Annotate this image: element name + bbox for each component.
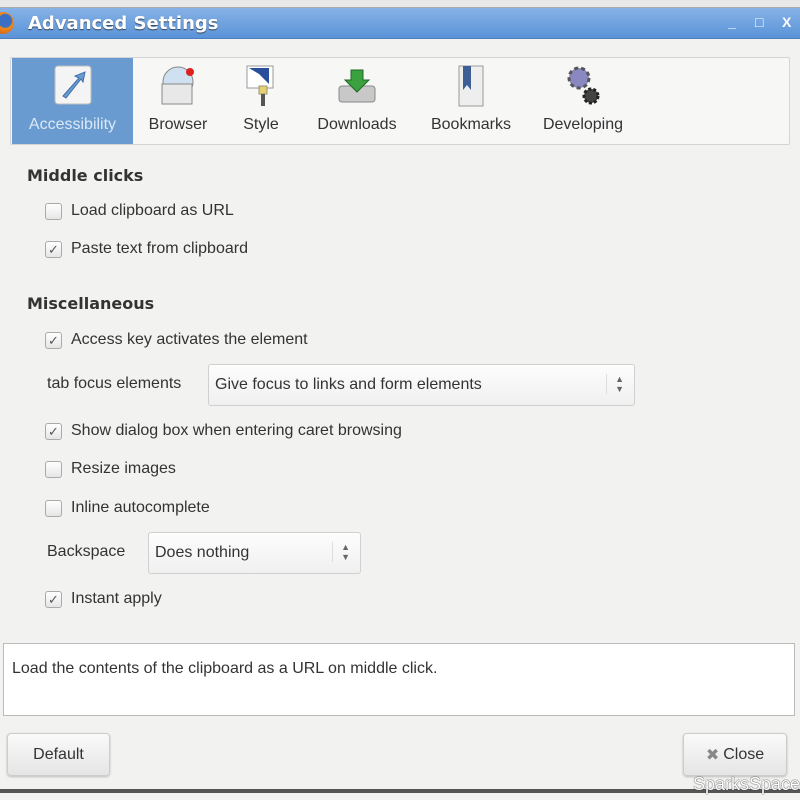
browser-globe-icon: [161, 66, 194, 105]
tab-focus-label: tab focus elements: [47, 375, 182, 392]
arrow-pointer-icon: [54, 65, 91, 105]
show-dialog-checkbox[interactable]: ✓ Show dialog box when entering caret bro…: [45, 421, 402, 441]
download-drive-icon: [338, 69, 376, 103]
gears-icon: [567, 66, 600, 105]
tab-browser[interactable]: Browser: [137, 58, 219, 144]
close-label: Close: [723, 745, 765, 763]
paintbrush-icon: [246, 65, 274, 106]
section-heading-miscellaneous: Miscellaneous: [27, 294, 155, 313]
checkbox-label: Instant apply: [71, 590, 162, 607]
resize-images-checkbox[interactable]: Resize images: [45, 459, 176, 479]
tab-label: Style: [243, 116, 279, 133]
tab-style[interactable]: Style: [223, 58, 299, 144]
select-arrows-icon: ▲ ▼: [606, 374, 624, 394]
tab-label: Developing: [542, 116, 624, 133]
tab-downloads[interactable]: Downloads: [303, 58, 411, 144]
tab-label: Accessibility: [28, 116, 117, 133]
load-clipboard-checkbox[interactable]: Load clipboard as URL: [45, 201, 234, 221]
minimize-button[interactable]: _: [728, 14, 736, 30]
checkbox-label: Access key activates the element: [71, 331, 308, 348]
watermark: SparksSpace: [692, 774, 800, 794]
checkbox-label: Show dialog box when entering caret brow…: [71, 422, 402, 439]
window-title: Advanced Settings: [28, 13, 219, 34]
checkmark-icon: ✓: [45, 331, 62, 349]
checkbox-box: [45, 460, 62, 478]
tab-developing[interactable]: Developing: [531, 58, 635, 144]
category-toolbar: Accessibility Browser Style Downloads Bo…: [10, 57, 790, 145]
checkbox-label: Resize images: [71, 460, 176, 477]
checkbox-label: Load clipboard as URL: [71, 202, 234, 219]
select-value: Does nothing: [155, 544, 250, 561]
inline-autocomplete-checkbox[interactable]: Inline autocomplete: [45, 498, 210, 518]
maximize-button[interactable]: □: [755, 14, 763, 30]
checkbox-box: [45, 202, 62, 220]
tab-bookmarks[interactable]: Bookmarks: [415, 58, 527, 144]
bookmark-book-icon: [458, 65, 484, 107]
title-bar[interactable]: Advanced Settings _ □ X: [0, 8, 800, 39]
select-value: Give focus to links and form elements: [215, 376, 482, 393]
default-button[interactable]: Default: [7, 733, 110, 776]
checkbox-label: Paste text from clipboard: [71, 240, 248, 257]
close-button[interactable]: ✖ Close: [683, 733, 787, 776]
tab-label: Browser: [148, 116, 208, 133]
checkmark-icon: ✓: [45, 422, 62, 440]
section-heading-middle-clicks: Middle clicks: [27, 166, 144, 185]
backspace-label: Backspace: [47, 543, 126, 560]
description-box: Load the contents of the clipboard as a …: [3, 643, 795, 716]
checkbox-label: Inline autocomplete: [71, 499, 210, 516]
bottom-border: [0, 789, 800, 793]
close-window-button[interactable]: X: [782, 14, 791, 30]
checkmark-icon: ✓: [45, 240, 62, 258]
close-icon: ✖: [705, 746, 720, 764]
instant-apply-checkbox[interactable]: ✓ Instant apply: [45, 589, 162, 609]
tab-label: Bookmarks: [430, 116, 512, 133]
tab-focus-select[interactable]: Give focus to links and form elements ▲ ▼: [208, 364, 635, 406]
checkmark-icon: ✓: [45, 590, 62, 608]
tab-label: Downloads: [317, 116, 397, 133]
paste-text-checkbox[interactable]: ✓ Paste text from clipboard: [45, 239, 248, 259]
checkbox-box: [45, 499, 62, 517]
select-arrows-icon: ▲ ▼: [332, 542, 350, 562]
firefox-icon: [0, 12, 14, 34]
access-key-checkbox[interactable]: ✓ Access key activates the element: [45, 330, 308, 350]
backspace-select[interactable]: Does nothing ▲ ▼: [148, 532, 361, 574]
tab-accessibility[interactable]: Accessibility: [12, 58, 133, 144]
top-strip: [0, 0, 800, 8]
